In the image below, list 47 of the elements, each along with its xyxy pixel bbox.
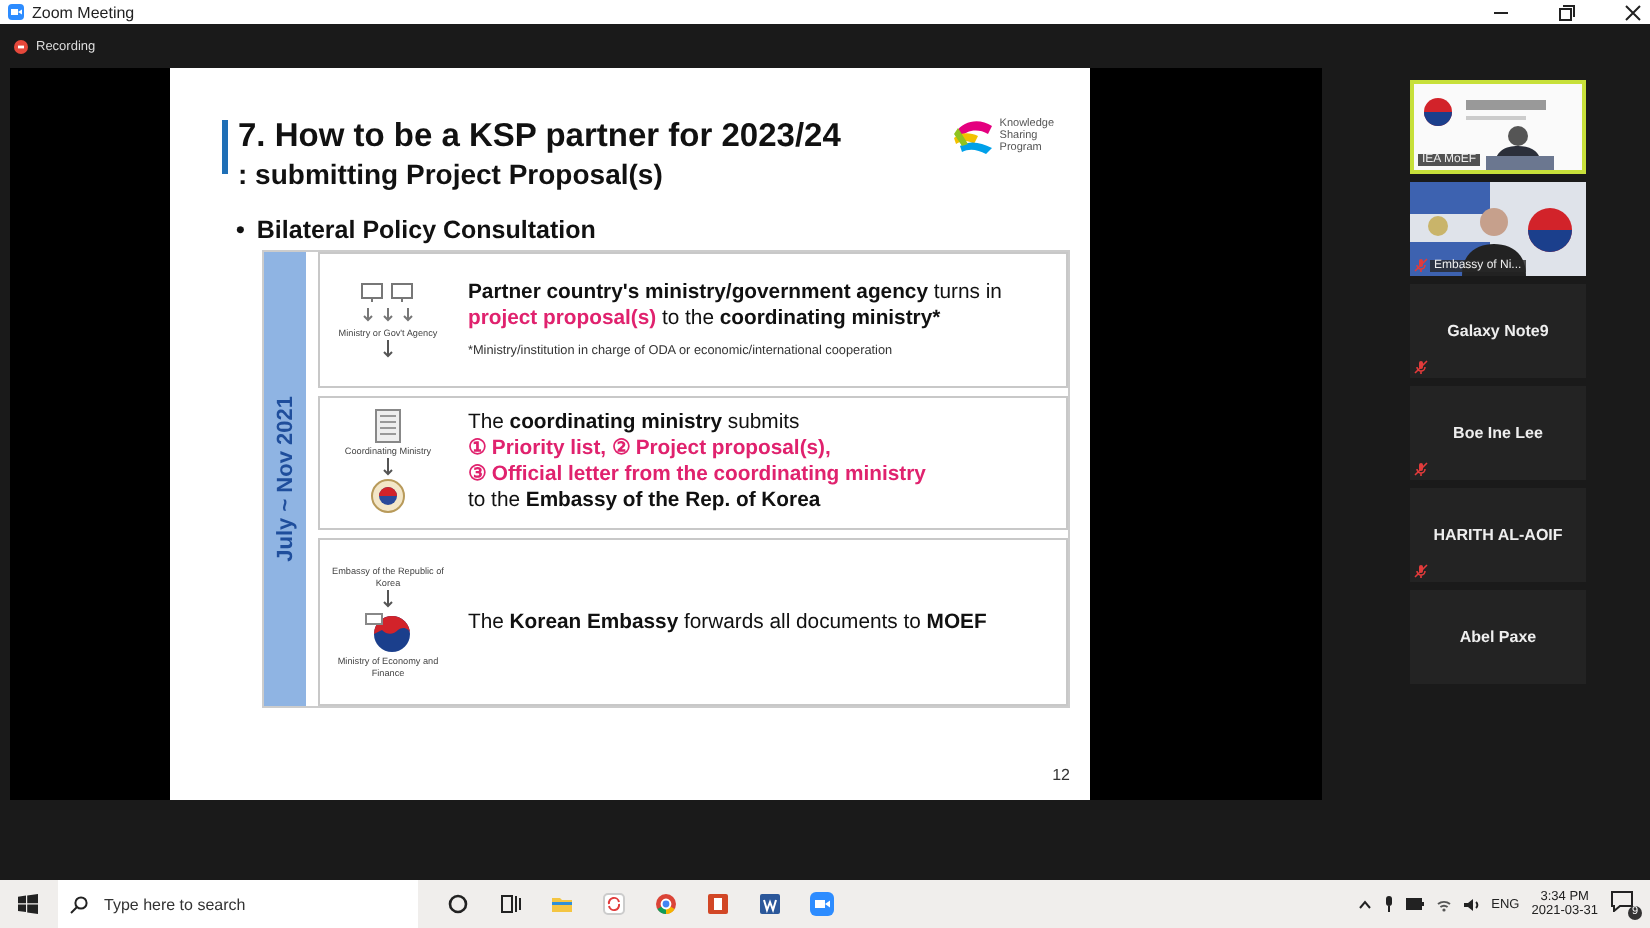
ksp-logo-icon (951, 116, 996, 156)
participant-name: HARITH AL-AOIF (1433, 526, 1563, 544)
down-arrow-icon (382, 458, 394, 477)
video-camera-icon[interactable] (810, 892, 834, 916)
emblem-icon (370, 478, 406, 519)
sync-icon[interactable] (602, 892, 626, 916)
search-box[interactable]: Type here to search (58, 880, 418, 928)
participant-tile[interactable]: HARITH AL-AOIF (1410, 488, 1586, 582)
taegeuk-logo-icon (364, 610, 412, 655)
down-arrow-icon (382, 590, 394, 609)
participant-tile[interactable]: Boe Ine Lee (1410, 386, 1586, 480)
participant-name: Galaxy Note9 (1447, 322, 1549, 340)
presentation-app-icon[interactable] (706, 892, 730, 916)
participant-tile[interactable]: Galaxy Note9 (1410, 284, 1586, 378)
chrome-icon[interactable] (654, 892, 678, 916)
search-icon (70, 895, 88, 913)
page-number: 12 (1052, 766, 1070, 784)
task-view-icon[interactable] (498, 892, 522, 916)
notification-icon[interactable] (1610, 890, 1634, 912)
microphone-icon[interactable] (1383, 896, 1394, 912)
window-title: Zoom Meeting (32, 3, 137, 21)
wifi-icon[interactable] (1435, 897, 1452, 911)
building-icon (374, 407, 402, 444)
period-label: July ~ Nov 2021 (273, 396, 297, 562)
recording-icon (14, 39, 28, 53)
battery-icon[interactable] (1405, 898, 1424, 910)
chevron-up-icon[interactable] (1357, 899, 1372, 909)
step-description: The Korean Embassy forwards all documents to MOEF (468, 609, 989, 636)
windows-start-icon[interactable] (18, 894, 38, 914)
participant-name: Abel Paxe (1459, 628, 1537, 646)
speaker-icon[interactable] (1463, 897, 1480, 911)
close-icon[interactable] (1624, 3, 1642, 21)
document-app-icon[interactable] (758, 892, 782, 916)
step-description: Partner country's ministry/government agency turns in project proposal(s) to the coordinating ministry* (468, 280, 1004, 333)
bullet-mark: • (236, 216, 245, 244)
bullet-heading: Bilateral Policy Consultation (256, 216, 596, 244)
restore-icon[interactable] (1558, 3, 1576, 21)
step-description: The coordinating ministry submits ① Priority list, ② Project proposal(s), ③ Official letter from the coordinating ministry to the Embassy of the Rep. of Korea (468, 410, 928, 515)
search-field[interactable]: Type here to search (100, 893, 408, 915)
down-arrow-icon (382, 340, 394, 359)
participant-name: Boe Ine Lee (1453, 424, 1543, 442)
folder-icon[interactable] (550, 892, 574, 916)
slide-subtitle: : submitting Project Proposal(s) (238, 158, 665, 192)
circle-icon[interactable] (446, 892, 470, 916)
participant-tile[interactable]: Abel Paxe (1410, 590, 1586, 684)
slide-title: 7. How to be a KSP partner for 2023/24 (238, 116, 843, 158)
computer-monitors-icon (358, 281, 418, 326)
